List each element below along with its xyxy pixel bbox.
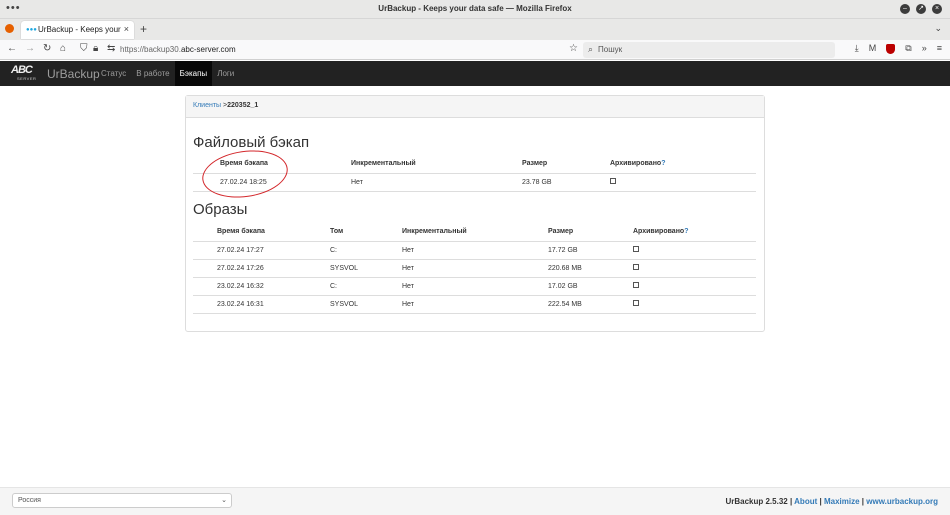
archived-cell <box>633 277 756 296</box>
url-bar[interactable]: ⛉ 🔒︎ ⇆ https://backup30.abc-server.com ☆ <box>76 42 578 58</box>
app-navbar: ABC SERVER UrBackup Статус В работе Бэкапы… <box>0 61 950 86</box>
archived-cell <box>633 241 756 260</box>
new-tab-icon[interactable]: + <box>140 22 147 36</box>
menu-item-1[interactable]: В работе <box>131 61 174 86</box>
backup-time: 27.02.24 17:27 <box>193 241 330 260</box>
archive-checkbox[interactable] <box>633 282 639 288</box>
abc-server-logo[interactable]: ABC SERVER <box>11 64 44 83</box>
permissions-icon[interactable]: ⇆ <box>107 43 115 54</box>
close-window-icon[interactable]: × <box>932 4 942 14</box>
version-text: UrBackup 2.5.32 <box>725 497 788 506</box>
col-archived[interactable]: Архивировано? <box>633 223 756 242</box>
search-input[interactable]: ⌕ Пошук <box>583 42 835 58</box>
col-size[interactable]: Размер <box>522 155 610 174</box>
window-titlebar: ••• UrBackup - Keeps your data safe — Mo… <box>0 0 950 19</box>
forward-icon[interactable]: → <box>25 43 35 54</box>
tab-close-icon[interactable]: × <box>124 24 129 34</box>
language-value: Россия <box>18 497 41 504</box>
about-link[interactable]: About <box>794 497 817 506</box>
backup-time: 27.02.24 17:26 <box>193 259 330 278</box>
table-row[interactable]: 27.02.24 17:26 SYSVOL Нет 220.68 MB <box>193 259 756 278</box>
footer-links: UrBackup 2.5.32 | About | Maximize | www… <box>725 497 938 506</box>
footer: Россия ⌄ UrBackup 2.5.32 | About | Maxim… <box>0 487 950 515</box>
browser-tab[interactable]: ●●● UrBackup - Keeps your data safe × <box>21 21 134 39</box>
incremental-value: Нет <box>402 277 548 296</box>
breadcrumb-clients-link[interactable]: Клиенты <box>193 102 221 109</box>
language-select[interactable]: Россия ⌄ <box>12 493 232 508</box>
col-volume[interactable]: Том <box>330 223 402 242</box>
col-archived[interactable]: Архивировано? <box>610 155 756 174</box>
archived-help-link[interactable]: ? <box>661 160 665 167</box>
file-backups-heading: Файловый бэкап <box>193 134 310 151</box>
maximize-icon[interactable]: ↗ <box>916 4 926 14</box>
maximize-link[interactable]: Maximize <box>824 497 860 506</box>
website-link[interactable]: www.urbackup.org <box>866 497 938 506</box>
archived-cell <box>633 295 756 314</box>
main-menu: Статус В работе Бэкапы Логи <box>96 61 239 86</box>
brand-name[interactable]: UrBackup <box>47 67 100 81</box>
lock-icon[interactable]: 🔒︎ <box>93 43 98 54</box>
volume-value: SYSVOL <box>330 295 402 314</box>
volume-value: C: <box>330 241 402 260</box>
gmail-icon[interactable]: M <box>869 43 877 54</box>
search-placeholder: Пошук <box>598 45 623 54</box>
overflow-icon[interactable]: » <box>922 43 927 54</box>
url-text: https://backup30.abc-server.com <box>120 45 236 54</box>
size-value: 17.02 GB <box>548 277 633 296</box>
firefox-view-icon[interactable] <box>5 24 14 33</box>
archive-checkbox[interactable] <box>633 300 639 306</box>
archive-checkbox[interactable] <box>633 264 639 270</box>
downloads-icon[interactable]: ⤓ <box>855 43 859 54</box>
menu-item-2[interactable]: Бэкапы <box>174 61 213 86</box>
table-row[interactable]: 23.02.24 16:31 SYSVOL Нет 222.54 MB <box>193 295 756 314</box>
incremental-value: Нет <box>402 259 548 278</box>
ublock-icon[interactable] <box>886 44 896 54</box>
backup-time: 23.02.24 16:32 <box>193 277 330 296</box>
size-value: 222.54 MB <box>548 295 633 314</box>
window-title: UrBackup - Keeps your data safe — Mozill… <box>378 4 572 13</box>
menu-item-3[interactable]: Логи <box>212 61 239 86</box>
table-row[interactable]: 23.02.24 16:32 C: Нет 17.02 GB <box>193 277 756 296</box>
table-row[interactable]: 27.02.24 17:27 C: Нет 17.72 GB <box>193 241 756 260</box>
archived-cell <box>633 259 756 278</box>
col-incremental[interactable]: Инкрементальный <box>351 155 522 174</box>
content-panel: Клиенты >220352_1 Файловый бэкап Время б… <box>185 95 765 332</box>
tab-title: UrBackup - Keeps your data safe <box>38 25 123 34</box>
col-size[interactable]: Размер <box>548 223 633 242</box>
hamburger-menu-icon[interactable]: ≡ <box>937 43 942 54</box>
archived-help-link[interactable]: ? <box>684 228 688 235</box>
size-value: 17.72 GB <box>548 241 633 260</box>
extensions-icon[interactable]: ⧉ <box>905 43 911 54</box>
tab-list-icon[interactable]: ⌄ <box>934 23 942 34</box>
breadcrumb: Клиенты >220352_1 <box>186 96 764 118</box>
breadcrumb-current: 220352_1 <box>227 102 259 109</box>
size-value: 23.78 GB <box>522 173 610 192</box>
reload-icon[interactable]: ↻ <box>43 43 51 54</box>
image-backups-heading: Образы <box>193 201 248 218</box>
tab-strip: ●●● UrBackup - Keeps your data safe × + … <box>0 19 950 40</box>
navigation-bar: ← → ↻ ⌂ ⛉ 🔒︎ ⇆ https://backup30.abc-serv… <box>0 40 950 60</box>
image-backups-table: Время бэкапа Том Инкрементальный Размер … <box>193 223 756 314</box>
incremental-value: Нет <box>351 173 522 192</box>
archived-cell <box>610 173 756 192</box>
archive-checkbox[interactable] <box>610 178 616 184</box>
bookmark-star-icon[interactable]: ☆ <box>569 43 578 54</box>
chevron-down-icon: ⌄ <box>221 497 227 504</box>
backup-time: 23.02.24 16:31 <box>193 295 330 314</box>
back-icon[interactable]: ← <box>7 43 17 54</box>
volume-value: SYSVOL <box>330 259 402 278</box>
search-icon: ⌕ <box>588 44 594 54</box>
minimize-icon[interactable]: – <box>900 4 910 14</box>
incremental-value: Нет <box>402 241 548 260</box>
col-incremental[interactable]: Инкрементальный <box>402 223 548 242</box>
urbackup-favicon-icon: ●●● <box>26 27 37 33</box>
shield-icon[interactable]: ⛉ <box>80 43 88 54</box>
size-value: 220.68 MB <box>548 259 633 278</box>
volume-value: C: <box>330 277 402 296</box>
home-icon[interactable]: ⌂ <box>60 43 66 54</box>
archive-checkbox[interactable] <box>633 246 639 252</box>
col-backup-time[interactable]: Время бэкапа <box>193 223 330 242</box>
menu-item-0[interactable]: Статус <box>96 61 131 86</box>
incremental-value: Нет <box>402 295 548 314</box>
